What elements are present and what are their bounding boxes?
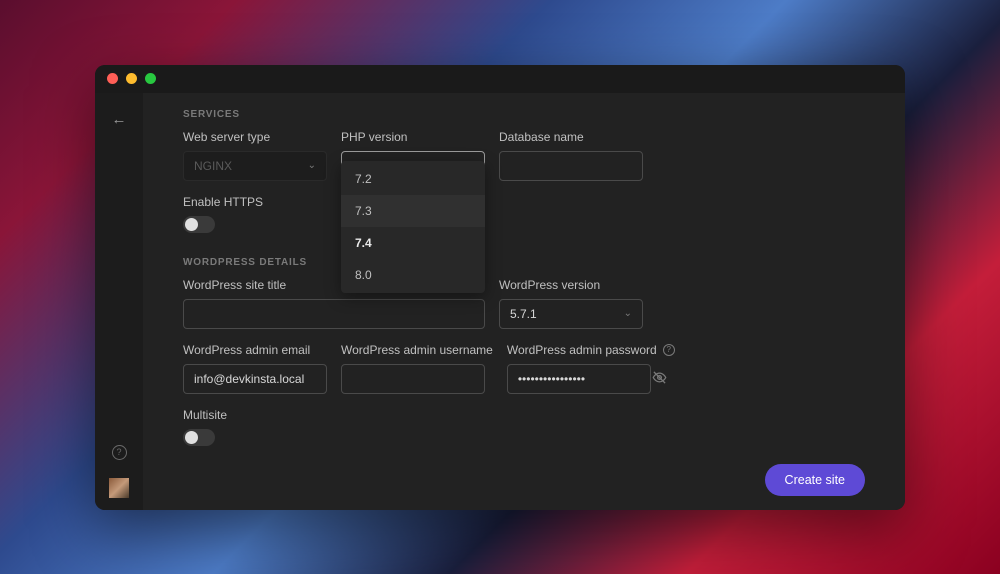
chevron-down-icon: ⌄ xyxy=(308,160,316,171)
database-name-input[interactable] xyxy=(499,151,643,181)
back-button[interactable]: ← xyxy=(112,111,127,128)
sidebar: ← ? xyxy=(95,93,143,510)
dropdown-option[interactable]: 8.0 xyxy=(341,259,485,291)
wp-version-select[interactable]: 5.7.1 ⌄ xyxy=(499,299,643,329)
avatar[interactable] xyxy=(109,478,129,498)
help-icon[interactable]: ? xyxy=(663,344,675,356)
web-server-type-label: Web server type xyxy=(183,130,327,144)
wp-password-input[interactable] xyxy=(507,364,651,394)
php-version-dropdown: 7.2 7.3 7.4 8.0 xyxy=(341,161,485,293)
wp-email-input[interactable] xyxy=(183,364,327,394)
multisite-label: Multisite xyxy=(183,408,865,422)
minimize-window-button[interactable] xyxy=(126,73,137,84)
titlebar xyxy=(95,65,905,93)
php-version-label: PHP version xyxy=(341,130,485,144)
wp-title-input[interactable] xyxy=(183,299,485,329)
wp-username-label: WordPress admin username xyxy=(341,343,493,357)
dropdown-option[interactable]: 7.4 xyxy=(341,227,485,259)
dropdown-option[interactable]: 7.2 xyxy=(341,163,485,195)
main-panel: SERVICES Web server type NGINX ⌄ PHP ver… xyxy=(143,93,905,510)
create-site-button[interactable]: Create site xyxy=(765,464,865,496)
database-name-label: Database name xyxy=(499,130,643,144)
enable-https-toggle[interactable] xyxy=(183,216,215,233)
close-window-button[interactable] xyxy=(107,73,118,84)
maximize-window-button[interactable] xyxy=(145,73,156,84)
wp-username-input[interactable] xyxy=(341,364,485,394)
toggle-knob xyxy=(185,431,198,444)
help-icon[interactable]: ? xyxy=(112,445,127,460)
web-server-type-select[interactable]: NGINX ⌄ xyxy=(183,151,327,181)
wp-version-label: WordPress version xyxy=(499,278,643,292)
web-server-type-value: NGINX xyxy=(194,159,232,173)
wp-email-label: WordPress admin email xyxy=(183,343,327,357)
wordpress-header: WORDPRESS DETAILS xyxy=(183,257,865,268)
enable-https-label: Enable HTTPS xyxy=(183,195,865,209)
wp-password-label: WordPress admin password ? xyxy=(507,343,675,357)
dropdown-option[interactable]: 7.3 xyxy=(341,195,485,227)
chevron-down-icon: ⌄ xyxy=(624,308,632,319)
wp-version-value: 5.7.1 xyxy=(510,307,537,321)
services-header: SERVICES xyxy=(183,109,865,120)
multisite-toggle[interactable] xyxy=(183,429,215,446)
eye-slash-icon[interactable] xyxy=(652,370,667,388)
toggle-knob xyxy=(185,218,198,231)
body: ← ? SERVICES Web server type NGINX ⌄ PHP… xyxy=(95,65,905,510)
app-window: ← ? SERVICES Web server type NGINX ⌄ PHP… xyxy=(95,65,905,510)
